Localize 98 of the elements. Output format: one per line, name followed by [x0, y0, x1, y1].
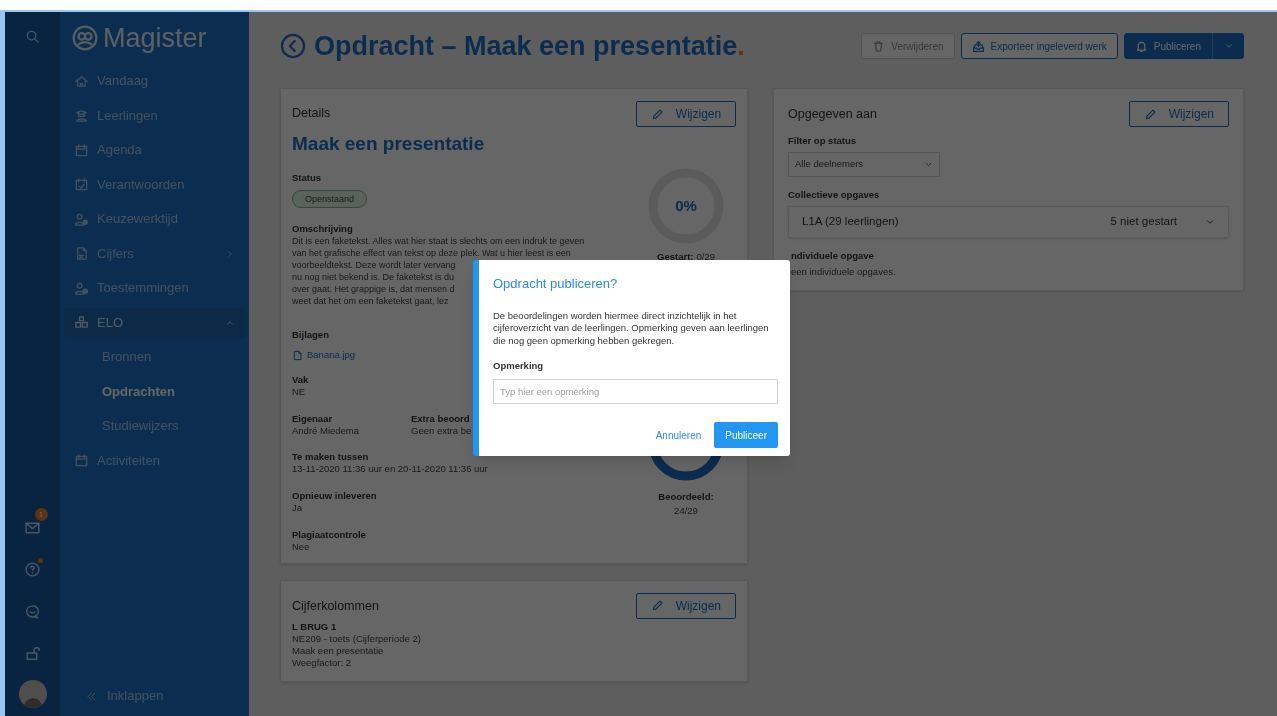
nav-item[interactable]: Agenda: [64, 135, 245, 165]
remark-field[interactable]: Typ hier een opmerking: [493, 379, 778, 405]
field-value: Maak een presentatie: [292, 645, 384, 658]
dialog-title: Opdracht publiceren?: [493, 275, 618, 293]
app-title: Magister: [103, 24, 207, 52]
student-icon: [74, 108, 89, 123]
field-label: L BRUG 1: [292, 621, 337, 634]
status-filter-dropdown[interactable]: Alle deelnemers: [788, 152, 940, 177]
description-line: voorbeeldtekst. Deze wordt later vervang: [292, 259, 456, 272]
inbox-upload-icon: [971, 39, 985, 53]
assignment-name: Maak een presentatie: [292, 131, 485, 156]
field-label: Eigenaar: [292, 412, 333, 425]
nav-item[interactable]: Toestemmingen: [64, 273, 245, 303]
nav-item[interactable]: Activiteiten: [64, 445, 245, 476]
description-line: Dit is een faketekst. Alles wat hier staat is slechts om een indruk te geven: [292, 235, 585, 248]
nav-item[interactable]: Verantwoorden: [64, 169, 245, 200]
nav-subitem[interactable]: Opdrachten: [60, 376, 249, 407]
field-value: Nee: [292, 540, 310, 553]
back-button[interactable]: [280, 33, 306, 59]
nav-item[interactable]: Leerlingen: [64, 100, 245, 131]
field-value: Ja: [292, 501, 303, 514]
nav-subitem[interactable]: Studiewijzers: [60, 411, 249, 441]
nav-item[interactable]: ELO: [64, 307, 245, 338]
nav-item[interactable]: Keuzewerktijd: [64, 204, 245, 234]
document-icon: [74, 246, 89, 261]
field-value: Weegfactor: 2: [292, 657, 351, 670]
field-label: Collectieve opgaves: [788, 189, 880, 201]
edit-button[interactable]: Wijzigen: [635, 101, 737, 127]
notification-badge: 1: [34, 508, 48, 521]
field-label: Vak: [292, 373, 309, 386]
trash-icon: [872, 39, 886, 53]
card-heading: Opgegeven aan: [788, 106, 877, 123]
card-heading: Details: [292, 105, 331, 122]
attachment-link[interactable]: Banana.jpg: [292, 348, 356, 363]
page-title: Opdracht – Maak een presentatie.: [314, 32, 745, 60]
field-label: Opmerking: [493, 359, 544, 373]
description-line: nu nog niet bekend is. De faketekst is du: [292, 271, 455, 284]
help-icon: [24, 560, 41, 578]
lock-open-icon: [24, 644, 41, 662]
edit-button[interactable]: Wijzigen: [1128, 101, 1229, 127]
progress-count: 24/29: [674, 504, 698, 519]
person-gear-icon: [74, 280, 89, 296]
nav-item[interactable]: Cijfers: [64, 238, 245, 269]
description-line: over gaat. Het grappige is, dat mensen d: [292, 283, 455, 296]
bell-icon: [1134, 39, 1148, 53]
field-value: 13-11-2020 11:36 uur en 20-11-2020 11:36 uur: [292, 462, 488, 475]
cancel-link[interactable]: Annuleren: [654, 427, 703, 443]
field-label: Opnieuw inleveren: [292, 489, 377, 502]
field-label: Filter op status: [788, 135, 857, 147]
blocks-icon: [74, 315, 89, 330]
field-value: een individuele opgaves.: [791, 266, 896, 278]
field-value: NE209 - toets (Cijferperiode 2): [292, 633, 421, 646]
progress-caption: Gestart:: [657, 251, 694, 262]
chevron-right-icon: [225, 248, 235, 259]
status-badge: Openstaand: [292, 190, 368, 209]
search-icon: [25, 28, 40, 44]
edit-button[interactable]: Wijzigen: [635, 592, 736, 619]
progress-percent: 0%: [675, 195, 697, 216]
publish-button[interactable]: Publiceren: [1123, 33, 1212, 59]
calendar-check-icon: [74, 177, 89, 192]
card-heading: Cijferkolommen: [292, 597, 380, 615]
field-label: Omschrijving: [292, 223, 353, 236]
field-label: Extra beoord: [411, 412, 470, 425]
group-row[interactable]: L1A (29 leerlingen) 5 niet gestart: [788, 206, 1229, 238]
avatar[interactable]: [18, 680, 47, 708]
logo-icon: [72, 25, 98, 51]
progress-caption: Beoordeeld:: [658, 490, 714, 504]
field-value: NE: [292, 385, 306, 398]
calendar-icon: [74, 142, 89, 158]
double-chevron-left-icon: [86, 690, 97, 702]
field-label: Plagiaatcontrole: [292, 528, 366, 541]
nav-item[interactable]: Vandaag: [64, 66, 245, 96]
calendar-icon: [74, 453, 89, 468]
home-icon: [74, 73, 89, 89]
field-label: Status: [292, 172, 322, 185]
chat-icon: [24, 602, 41, 620]
field-label: Te maken tussen: [292, 450, 369, 463]
description-line: weet dat het om een faketekst gaat, lez: [292, 295, 449, 308]
collapse-button[interactable]: Inklappen: [60, 684, 249, 708]
dialog-message: De beoordelingen worden hiermee direct inzichtelijk in het cijferoverzicht van de leerlingen. Opmerking geven aan leerlingen die nog geen opmerking hebben gekregen.: [493, 309, 770, 347]
pencil-icon: [1143, 107, 1157, 121]
chevron-down-icon: [1205, 217, 1215, 227]
dropdown-button[interactable]: [1212, 33, 1244, 59]
pencil-icon: [650, 107, 664, 121]
description-line: van het grafische effect van tekst op deze plek. Wat u hier leest is een: [292, 247, 571, 260]
nav-subitem[interactable]: Bronnen: [60, 342, 249, 372]
export-button[interactable]: Exporteer ingeleverd werk: [960, 33, 1118, 59]
chevron-down-icon: [1223, 41, 1234, 51]
field-label: Bijlagen: [292, 329, 329, 342]
field-label: ndividuele opgave: [791, 250, 874, 262]
publish-confirm-button[interactable]: Publiceer: [714, 422, 778, 449]
file-icon: [292, 349, 303, 361]
pencil-icon: [650, 599, 664, 612]
field-value: André Miedema: [292, 424, 360, 437]
field-value: Geen extra be: [411, 424, 472, 437]
progress-count: 0/29: [696, 251, 715, 262]
chevron-down-icon: [924, 160, 933, 169]
person-gear-icon: [74, 211, 89, 227]
